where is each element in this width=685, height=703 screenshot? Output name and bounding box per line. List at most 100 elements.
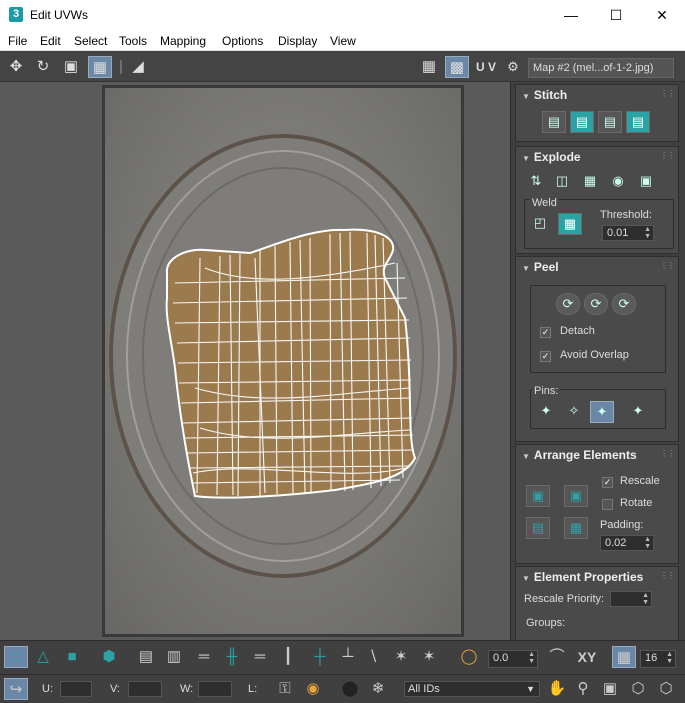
menu-select[interactable]: Select: [74, 34, 107, 48]
rotate-icon[interactable]: ↻: [32, 56, 54, 78]
pin-icon[interactable]: ✦: [534, 401, 558, 423]
ring-shrink-icon[interactable]: ┃: [280, 646, 296, 668]
maximize-button[interactable]: ☐: [593, 0, 639, 30]
map-selector[interactable]: Map #2 (mel...of-1-2.jpg): [528, 58, 674, 78]
loop-grow-icon[interactable]: ╫: [220, 646, 244, 668]
rescale-priority-spinner[interactable]: ▲ ▼: [610, 591, 652, 607]
vertex-mode-icon[interactable]: ∷: [4, 646, 28, 668]
weld-selected-icon[interactable]: ◰: [528, 213, 552, 235]
spinner-arrows-icon[interactable]: ▲ ▼: [666, 651, 673, 665]
spinner-arrows-icon[interactable]: ▲ ▼: [642, 592, 649, 606]
freeform-icon[interactable]: ▦: [88, 56, 112, 78]
filter-selected-icon[interactable]: ⬤: [338, 678, 362, 700]
break-icon[interactable]: ⇅: [524, 171, 548, 193]
avoid-overlap-checkbox[interactable]: ✓: [540, 351, 551, 362]
edge-mode-icon[interactable]: △: [32, 646, 54, 668]
shrink-selection-icon[interactable]: ▥: [162, 646, 186, 668]
rotate-angle-spinner[interactable]: 0.0 ▲ ▼: [488, 650, 538, 668]
pack-rescale-icon[interactable]: ▦: [564, 517, 588, 539]
explode-rollout-header[interactable]: ▼ Explode: [522, 150, 581, 164]
quick-peel-icon[interactable]: ⟳: [556, 293, 580, 315]
stitch-target-button[interactable]: ▤: [626, 111, 650, 133]
scale-icon[interactable]: ▣: [58, 56, 84, 78]
close-button[interactable]: ✕: [639, 0, 685, 30]
minimize-button[interactable]: —: [548, 0, 594, 30]
menu-edit[interactable]: Edit: [40, 34, 61, 48]
rescale-checkbox[interactable]: ✓: [602, 477, 613, 488]
zoom-extents-icon[interactable]: ⬡: [626, 678, 650, 700]
element-properties-header[interactable]: ▼ Element Properties: [522, 570, 643, 584]
padding-spinner[interactable]: 0.02 ▲ ▼: [600, 535, 654, 551]
element-mode-icon[interactable]: ⬢: [96, 646, 122, 668]
zoom-icon[interactable]: ⚲: [572, 678, 594, 700]
pan-icon[interactable]: ✋: [546, 678, 568, 700]
w-field[interactable]: [198, 681, 232, 697]
grid-split-icon[interactable]: ▦: [578, 171, 602, 193]
grip-icon[interactable]: ⋮⋮: [660, 261, 675, 270]
soft-select-icon[interactable]: ⌒: [546, 646, 568, 668]
auto-pin-icon[interactable]: ✦: [626, 401, 650, 423]
absolute-offset-icon[interactable]: ↪: [4, 678, 28, 700]
zoom-selected-icon[interactable]: ⬡: [654, 678, 678, 700]
grid-size-spinner[interactable]: 16 ▲ ▼: [640, 650, 676, 668]
uv-editor-viewport[interactable]: [0, 82, 510, 640]
map-settings-icon[interactable]: ⚙: [501, 56, 525, 78]
uv-toggle-button[interactable]: U V: [474, 56, 498, 78]
loop-icon[interactable]: ═: [192, 646, 216, 668]
paint-select-icon[interactable]: ∖: [362, 646, 384, 668]
stitch-custom-button[interactable]: ▤: [542, 111, 566, 133]
spinner-arrows-icon[interactable]: ▲ ▼: [528, 651, 535, 665]
grip-icon[interactable]: ⋮⋮: [660, 571, 675, 580]
ids-select[interactable]: All IDs ▼: [404, 681, 540, 697]
move-icon[interactable]: ✥: [4, 56, 28, 78]
grip-icon[interactable]: ⋮⋮: [660, 89, 675, 98]
spinner-arrows-icon[interactable]: ▲ ▼: [644, 226, 651, 240]
arrange-rollout-header[interactable]: ▼ Arrange Elements: [522, 448, 637, 462]
pack-custom-icon[interactable]: ▣: [564, 485, 588, 507]
rotate-angle-icon[interactable]: ◯: [458, 646, 480, 668]
checker-icon[interactable]: ▦: [418, 56, 440, 78]
grip-icon[interactable]: ⋮⋮: [660, 151, 675, 160]
grid-snap-icon[interactable]: ▦: [612, 646, 636, 668]
zoom-region-icon[interactable]: ▣: [598, 678, 622, 700]
weld-target-button[interactable]: ▦: [558, 213, 582, 235]
show-hidden-icon[interactable]: ◉: [302, 678, 324, 700]
brush-size-icon[interactable]: ✶: [418, 646, 440, 668]
brush-icon[interactable]: ✶: [390, 646, 412, 668]
v-field[interactable]: [128, 681, 162, 697]
detach-checkbox[interactable]: ✓: [540, 327, 551, 338]
menu-view[interactable]: View: [330, 34, 356, 48]
menu-tools[interactable]: Tools: [119, 34, 147, 48]
grip-icon[interactable]: ⋮⋮: [660, 449, 675, 458]
stitch-rollout-header[interactable]: ▼ Stitch: [522, 88, 567, 102]
unpin-icon[interactable]: ✧: [562, 401, 586, 423]
align-bottom-icon[interactable]: ┴: [336, 646, 360, 668]
frame-icon[interactable]: ▣: [634, 171, 658, 193]
peel-mode-icon[interactable]: ⟳: [584, 293, 608, 315]
spinner-arrows-icon[interactable]: ▲ ▼: [644, 536, 651, 550]
threshold-spinner[interactable]: 0.01 ▲ ▼: [602, 225, 654, 241]
stitch-source-button[interactable]: ▤: [570, 111, 594, 133]
mirror-icon[interactable]: ◢: [126, 56, 150, 78]
sphere-icon[interactable]: ◉: [606, 171, 630, 193]
freeze-icon[interactable]: ❄: [366, 678, 390, 700]
menu-mapping[interactable]: Mapping: [160, 34, 206, 48]
u-field[interactable]: [60, 681, 92, 697]
pack-together-icon[interactable]: ▤: [526, 517, 550, 539]
lock-icon[interactable]: ⚿: [274, 678, 296, 700]
edit-pins-icon[interactable]: ✦: [590, 401, 614, 423]
peel-rollout-header[interactable]: ▼ Peel: [522, 260, 559, 274]
xy-plane-button[interactable]: XY: [574, 646, 600, 668]
rotate-checkbox[interactable]: [602, 499, 613, 510]
menu-display[interactable]: Display: [278, 34, 317, 48]
stitch-average-button[interactable]: ▤: [598, 111, 622, 133]
ring-icon[interactable]: ═: [248, 646, 272, 668]
align-icon[interactable]: ┼: [308, 646, 332, 668]
pack-normalize-icon[interactable]: ▣: [526, 485, 550, 507]
reset-peel-icon[interactable]: ⟳: [612, 293, 636, 315]
grow-selection-icon[interactable]: ▤: [134, 646, 158, 668]
face-mode-icon[interactable]: ■: [60, 646, 84, 668]
flatten-icon[interactable]: ◫: [550, 171, 574, 193]
menu-options[interactable]: Options: [222, 34, 263, 48]
menu-file[interactable]: File: [8, 34, 27, 48]
